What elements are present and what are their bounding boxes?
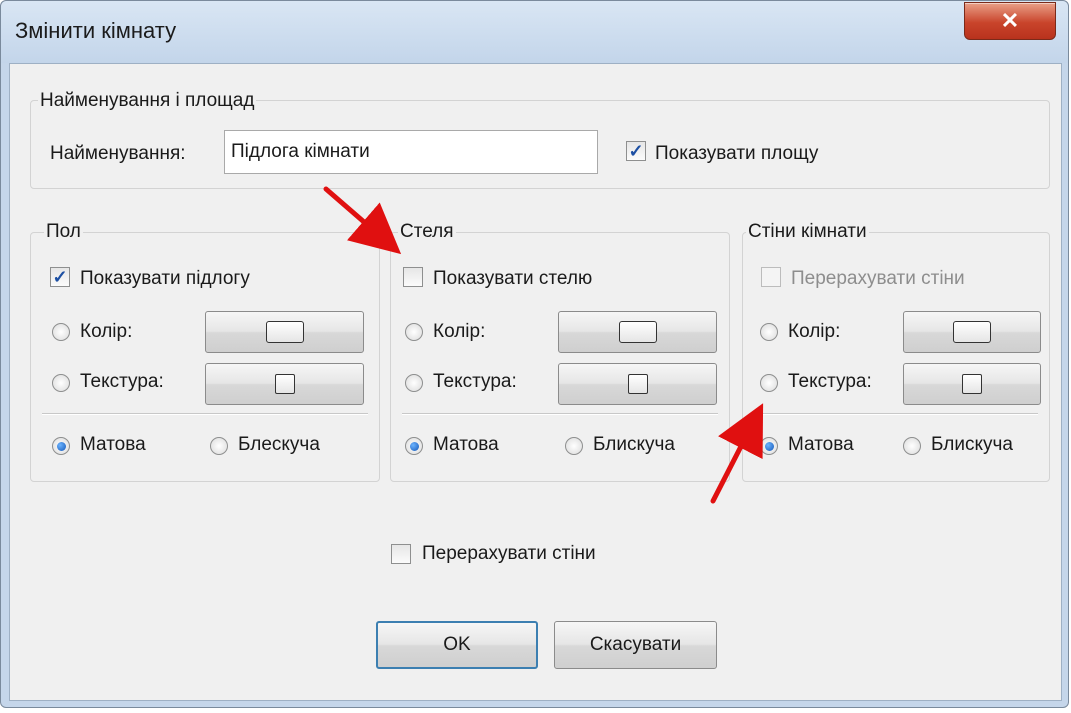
walls-matte-radio[interactable] [760,437,778,455]
ceiling-color-button[interactable] [558,311,717,353]
radio-selected-dot [56,441,66,451]
floor-group-title: Пол [44,221,83,243]
floor-color-button[interactable] [205,311,364,353]
show-floor-label: Показувати підлогу [80,268,250,289]
recalc-walls-label: Перерахувати стіни [422,543,596,564]
title-bar[interactable]: Змінити кімнату ✕ [1,1,1068,63]
close-icon: ✕ [1000,8,1020,33]
name-input[interactable]: Підлога кімнати [224,130,598,174]
walls-separator [754,413,1038,415]
ceiling-texture-button[interactable] [558,363,717,405]
name-label: Найменування: [50,143,186,164]
name-area-group-title: Найменування і площад [38,90,257,112]
texture-swatch-icon [274,374,295,394]
ceiling-glossy-label: Блискуча [593,434,675,455]
radio-selected-dot [764,441,774,451]
walls-color-label: Колір: [788,321,841,342]
checkmark-icon: ✓ [628,141,644,161]
dialog-window: Змінити кімнату ✕ Найменування і площад … [0,0,1069,708]
recalc-walls-checkbox-disabled[interactable] [761,267,781,287]
walls-glossy-radio[interactable] [903,437,921,455]
window-title: Змінити кімнату [15,18,177,43]
color-swatch-icon [265,321,304,343]
walls-glossy-label: Блискуча [931,434,1013,455]
floor-color-label: Колір: [80,321,133,342]
show-ceiling-label: Показувати стелю [433,268,593,289]
show-floor-checkbox[interactable]: ✓ [50,267,70,287]
walls-texture-radio[interactable] [760,374,778,392]
walls-color-button[interactable] [903,311,1041,353]
texture-swatch-icon [962,374,982,394]
walls-color-radio[interactable] [760,323,778,341]
ceiling-color-label: Колір: [433,321,486,342]
texture-swatch-icon [627,374,648,394]
floor-separator [42,413,368,415]
floor-glossy-radio[interactable] [210,437,228,455]
color-swatch-icon [953,321,991,343]
ceiling-matte-radio[interactable] [405,437,423,455]
walls-matte-label: Матова [788,434,854,455]
dialog-body: Найменування і площад Найменування: Підл… [9,63,1062,701]
ceiling-color-radio[interactable] [405,323,423,341]
ceiling-texture-radio[interactable] [405,374,423,392]
floor-glossy-label: Блескуча [238,434,320,455]
ceiling-glossy-radio[interactable] [565,437,583,455]
floor-color-radio[interactable] [52,323,70,341]
show-area-label: Показувати площу [655,143,819,164]
floor-texture-radio[interactable] [52,374,70,392]
cancel-button[interactable]: Скасувати [554,621,717,669]
walls-texture-label: Текстура: [788,371,872,392]
ceiling-matte-label: Матова [433,434,499,455]
floor-matte-label: Матова [80,434,146,455]
show-ceiling-checkbox[interactable] [403,267,423,287]
ceiling-group-title: Стеля [398,221,456,243]
ceiling-texture-label: Текстура: [433,371,517,392]
floor-texture-button[interactable] [205,363,364,405]
checkmark-icon: ✓ [52,267,68,287]
ok-button[interactable]: OK [376,621,538,669]
close-button[interactable]: ✕ [964,2,1056,40]
floor-matte-radio[interactable] [52,437,70,455]
walls-group-title: Стіни кімнати [746,221,869,243]
ceiling-separator [402,413,718,415]
radio-selected-dot [409,441,419,451]
show-area-checkbox[interactable]: ✓ [626,141,646,161]
floor-texture-label: Текстура: [80,371,164,392]
walls-texture-button[interactable] [903,363,1041,405]
recalc-walls-label-disabled: Перерахувати стіни [791,268,965,289]
recalc-walls-checkbox[interactable] [391,544,411,564]
color-swatch-icon [618,321,657,343]
